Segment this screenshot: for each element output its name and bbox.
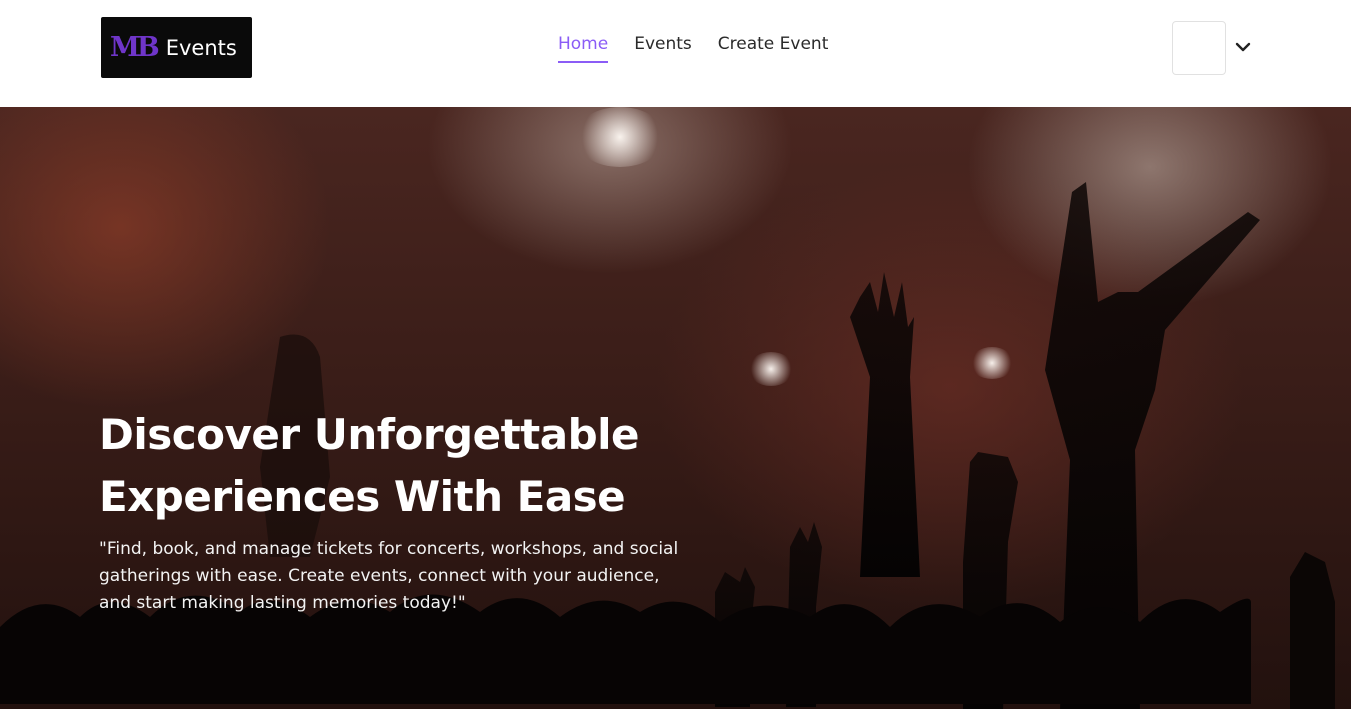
- hero-title-line-2: Experiences With Ease: [99, 472, 626, 521]
- hero-description: "Find, book, and manage tickets for conc…: [99, 539, 679, 613]
- main-nav: Home Events Create Event: [558, 33, 828, 63]
- nav-link-home[interactable]: Home: [558, 33, 609, 63]
- hero-title-line-1: Discover Unforgettable: [99, 410, 640, 459]
- chevron-down-icon[interactable]: [1234, 40, 1252, 54]
- site-header: MB Events Home Events Create Event: [0, 0, 1351, 107]
- logo-text: Events: [165, 35, 237, 60]
- hero-banner: Discover Unforgettable Experiences With …: [0, 107, 1351, 709]
- brand-logo[interactable]: MB Events: [101, 17, 252, 78]
- logo-mark: MB: [110, 32, 160, 63]
- nav-link-events[interactable]: Events: [634, 33, 692, 63]
- nav-link-create-event[interactable]: Create Event: [718, 33, 829, 63]
- user-avatar[interactable]: [1172, 21, 1226, 75]
- hero-title: Discover Unforgettable Experiences With …: [99, 404, 739, 528]
